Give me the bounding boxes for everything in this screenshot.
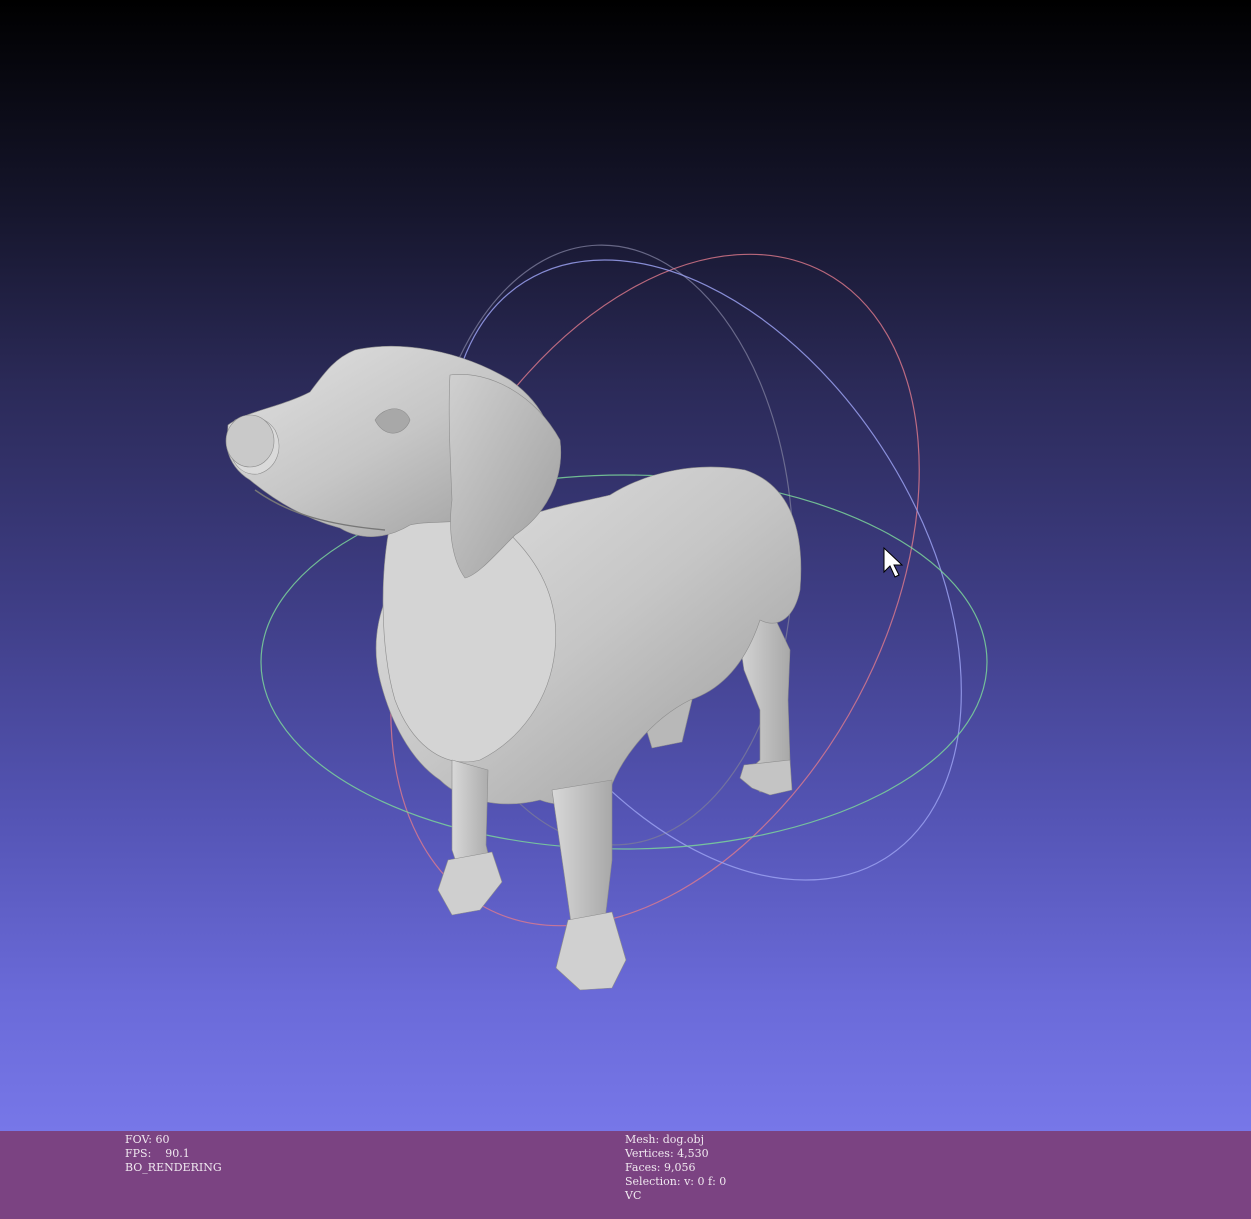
render-mode: BO_RENDERING <box>125 1161 222 1174</box>
3d-viewport[interactable] <box>0 0 1251 1131</box>
vertex-count: Vertices: 4,530 <box>625 1147 709 1160</box>
mesh-name: Mesh: dog.obj <box>625 1133 704 1146</box>
face-count: Faces: 9,056 <box>625 1161 696 1174</box>
scene-canvas[interactable] <box>0 0 1251 1131</box>
dog-nose <box>225 414 275 468</box>
fps-readout: FPS: 90.1 <box>125 1147 190 1160</box>
selection-info: Selection: v: 0 f: 0 <box>625 1175 727 1188</box>
front-right-leg <box>551 779 613 931</box>
dog-mesh[interactable] <box>225 345 802 991</box>
mesh-info: Mesh: dog.obj Vertices: 4,530 Faces: 9,0… <box>625 1133 726 1203</box>
back-right-paw <box>739 759 793 796</box>
render-info: FOV: 60 FPS: 90.1 BO_RENDERING <box>125 1133 222 1175</box>
fov-readout: FOV: 60 <box>125 1133 170 1146</box>
info-bar: FOV: 60 FPS: 90.1 BO_RENDERING Mesh: dog… <box>0 1131 1251 1219</box>
front-right-paw <box>555 911 627 991</box>
arrow-cursor-icon <box>883 546 904 578</box>
front-left-paw <box>437 851 503 916</box>
color-mode: VC <box>625 1189 642 1202</box>
